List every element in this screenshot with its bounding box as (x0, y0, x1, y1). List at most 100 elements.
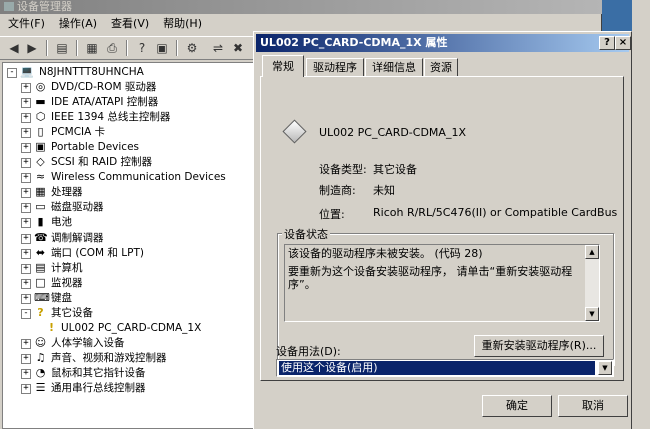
tree-category-item[interactable]: + ⬌ 端口 (COM 和 LPT) (21, 246, 243, 261)
reinstall-driver-button[interactable]: 重新安装驱动程序(R)... (474, 335, 604, 357)
tree-expand-icon[interactable]: + (21, 338, 31, 349)
tab-details[interactable]: 详细信息 (365, 58, 423, 77)
toolbar-separator (46, 40, 48, 56)
tree-item-label: 处理器 (51, 186, 83, 199)
tree-item-label: 其它设备 (51, 306, 93, 319)
tree-item-label: 监视器 (51, 276, 83, 289)
tree-category-item[interactable]: + ◔ 鼠标和其它指针设备 (21, 366, 243, 381)
tree-category-item[interactable]: + ▤ 计算机 (21, 261, 243, 276)
forward-arrow-icon[interactable]: ▶ (24, 40, 40, 56)
tree-expand-icon[interactable]: + (21, 173, 31, 184)
tab-resources[interactable]: 资源 (424, 58, 458, 77)
keyboard-icon: ⌨ (34, 290, 50, 304)
tree-category-item[interactable]: + ☎ 调制解调器 (21, 231, 243, 246)
tree-expand-icon[interactable]: + (21, 263, 31, 274)
menu-file[interactable]: 文件(F) (2, 14, 51, 34)
wireless-icon: ≈ (35, 170, 46, 184)
pcmcia-icon: ▯ (37, 125, 44, 139)
port-icon: ⬌ (35, 245, 46, 259)
device-type-value: 其它设备 (373, 163, 417, 176)
menu-help[interactable]: 帮助(H) (157, 14, 208, 34)
scsi-icon: ◇ (36, 155, 45, 169)
portable-device-icon: ▣ (35, 140, 46, 154)
tree-category-item[interactable]: + ▯ PCMCIA 卡 (21, 125, 243, 140)
ok-button[interactable]: 确定 (482, 395, 552, 417)
tree-expand-icon[interactable]: + (21, 368, 31, 379)
tree-device-item[interactable]: ! UL002 PC_CARD-CDMA_1X (39, 321, 243, 336)
tree-view-icon[interactable]: ▤ (54, 40, 70, 56)
menu-action[interactable]: 操作(A) (53, 14, 103, 34)
tree-expand-icon[interactable]: + (21, 158, 31, 169)
dialog-title-bar[interactable]: UL002 PC_CARD-CDMA_1X 属性 ? × (256, 34, 631, 52)
device-usage-select[interactable]: 使用这个设备(启用) ▼ (276, 359, 614, 377)
scan-hardware-icon[interactable]: ⚙ (184, 40, 200, 56)
tree-item-label: 声音、视频和游戏控制器 (51, 351, 167, 364)
close-button[interactable]: × (615, 36, 631, 50)
tree-item-label: Portable Devices (51, 141, 140, 154)
refresh-icon[interactable]: ▣ (154, 40, 170, 56)
menu-view[interactable]: 查看(V) (105, 14, 155, 34)
tree-expand-icon[interactable]: + (21, 113, 31, 124)
status-line-1: 该设备的驱动程序未被安装。 (代码 28) (288, 247, 483, 260)
tree-expand-icon[interactable]: + (21, 353, 31, 364)
back-arrow-icon[interactable]: ◀ (6, 40, 22, 56)
tree-expand-icon[interactable]: + (21, 188, 31, 199)
tree-category-item[interactable]: + ▬ IDE ATA/ATAPI 控制器 (21, 95, 243, 110)
tree-expand-icon[interactable]: + (21, 128, 31, 139)
tree-category-item[interactable]: + ☺ 人体学输入设备 (21, 336, 243, 351)
update-driver-icon[interactable]: ⇌ (210, 40, 226, 56)
tree-category-item[interactable]: + ≈ Wireless Communication Devices (21, 170, 243, 185)
tree-item-label: 调制解调器 (51, 231, 104, 244)
print-icon[interactable]: ⎙ (104, 40, 120, 56)
tree-category-item[interactable]: + ⌨ 键盘 (21, 291, 243, 306)
tree-category-item[interactable]: + ▣ Portable Devices (21, 140, 243, 155)
hid-icon: ☺ (34, 335, 47, 349)
tree-category-item[interactable]: + ♫ 声音、视频和游戏控制器 (21, 351, 243, 366)
tree-expand-icon[interactable]: + (21, 293, 31, 304)
tree-expand-icon[interactable]: + (21, 233, 31, 244)
device-manager-title-bar[interactable]: 设备管理器 (0, 0, 602, 14)
location-label: 位置: (319, 208, 345, 221)
manufacturer-value: 未知 (373, 184, 395, 197)
tree-expand-icon[interactable]: + (21, 143, 31, 154)
tree-category-item[interactable]: -? 其它设备 (21, 306, 243, 321)
dropdown-arrow-icon[interactable]: ▼ (598, 361, 612, 375)
properties-dialog: UL002 PC_CARD-CDMA_1X 属性 ? × 常规 驱动程序 详细信… (253, 31, 632, 429)
tree-expand-icon[interactable]: + (21, 98, 31, 109)
tree-category-item[interactable]: + ☰ 通用串行总线控制器 (21, 381, 243, 396)
device-tree[interactable]: - 💻 N8JHNTTT8UHNCHA + ◎ DVD/CD-ROM 驱动器 + ▬ ID… (2, 62, 254, 429)
tree-item-label: 人体学输入设备 (51, 336, 125, 349)
unknown-device-icon: ? (37, 305, 44, 319)
device-manager-app-icon (4, 2, 14, 11)
tab-general[interactable]: 常规 (262, 55, 304, 77)
tree-expand-icon[interactable]: + (21, 203, 31, 214)
tree-collapse-icon[interactable]: - (21, 308, 31, 319)
tree-expand-icon[interactable]: + (21, 248, 31, 259)
tree-category-item[interactable]: + ⬡ IEEE 1394 总线主控制器 (21, 110, 243, 125)
toolbar-separator (76, 40, 78, 56)
tree-category-item[interactable]: + ◎ DVD/CD-ROM 驱动器 (21, 80, 243, 95)
tree-root[interactable]: - 💻 N8JHNTTT8UHNCHA (7, 65, 247, 80)
scroll-up-icon[interactable]: ▲ (585, 245, 599, 259)
tree-expand-icon[interactable]: + (21, 384, 31, 394)
tree-collapse-icon[interactable]: - (7, 68, 17, 78)
tree-expand-icon[interactable]: + (21, 278, 31, 289)
tree-item-label: 键盘 (51, 291, 72, 304)
help-button[interactable]: ? (599, 36, 615, 50)
tree-category-item[interactable]: + ▭ 磁盘驱动器 (21, 200, 243, 215)
tree-category-item[interactable]: + ▮ 电池 (21, 215, 243, 230)
tree-expand-icon[interactable]: + (21, 218, 31, 229)
cancel-button[interactable]: 取消 (558, 395, 628, 417)
tab-driver[interactable]: 驱动程序 (306, 58, 364, 77)
device-status-box[interactable]: 该设备的驱动程序未被安装。 (代码 28) 要重新为这个设备安装驱动程序， 请单… (284, 244, 600, 322)
help-icon[interactable]: ? (134, 40, 150, 56)
properties-icon[interactable]: ▦ (84, 40, 100, 56)
device-status-text: 该设备的驱动程序未被安装。 (代码 28) 要重新为这个设备安装驱动程序， 请单… (288, 247, 583, 291)
status-scrollbar[interactable]: ▲ ▼ (585, 245, 599, 321)
scroll-down-icon[interactable]: ▼ (585, 307, 599, 321)
tree-expand-icon[interactable]: + (21, 83, 31, 93)
tree-category-item[interactable]: + ◇ SCSI 和 RAID 控制器 (21, 155, 243, 170)
tree-category-item[interactable]: + □ 监视器 (21, 276, 243, 291)
uninstall-icon[interactable]: ✖ (230, 40, 246, 56)
tree-category-item[interactable]: + ▦ 处理器 (21, 185, 243, 200)
